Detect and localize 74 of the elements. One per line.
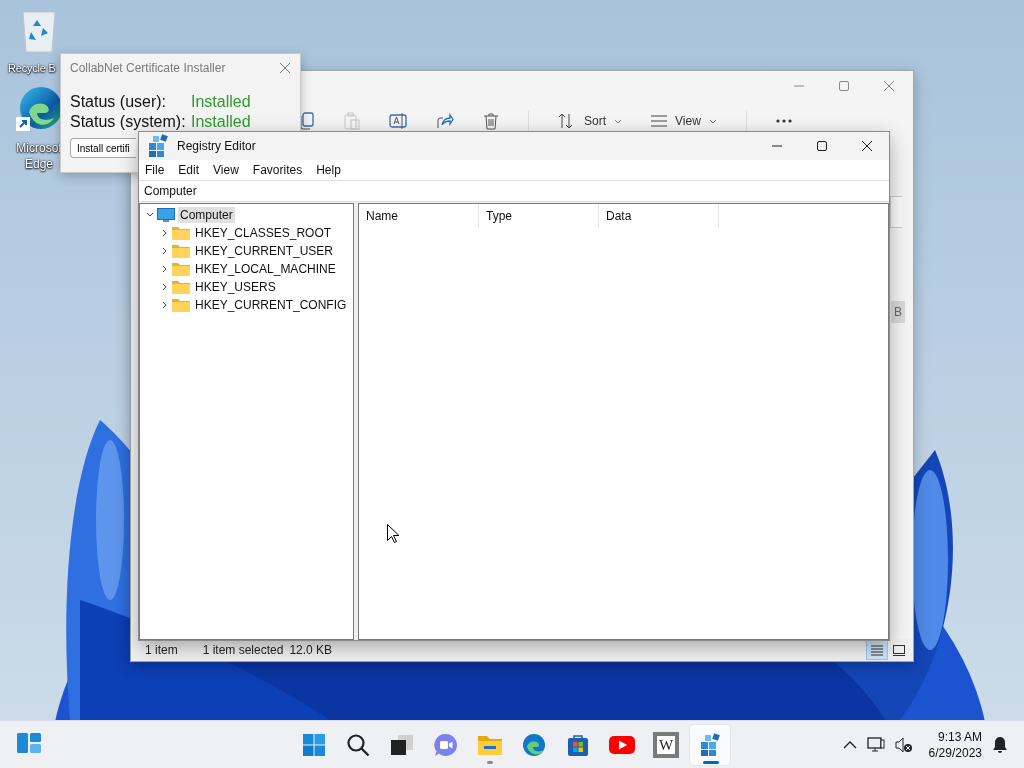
table-cell: B bbox=[891, 301, 905, 323]
close-icon[interactable] bbox=[861, 140, 873, 152]
status-text: 12.0 KB bbox=[289, 643, 333, 657]
folder-icon bbox=[172, 244, 190, 258]
chevron-icon[interactable] bbox=[161, 265, 169, 273]
chevron-icon[interactable] bbox=[161, 229, 169, 237]
status-value: Installed bbox=[191, 112, 252, 132]
widgets-icon[interactable] bbox=[16, 732, 42, 754]
copy-icon[interactable] bbox=[299, 112, 315, 130]
column-header[interactable]: Name bbox=[359, 204, 479, 228]
view-label[interactable]: View bbox=[675, 114, 701, 128]
taskbar-button[interactable]: W bbox=[646, 725, 686, 765]
status-label: Status (system): bbox=[70, 112, 187, 132]
play-icon[interactable] bbox=[609, 735, 635, 755]
chevron-icon[interactable] bbox=[161, 283, 169, 291]
cubes-icon[interactable] bbox=[146, 134, 170, 158]
recycle-bin-icon[interactable] bbox=[19, 10, 59, 54]
search-icon[interactable] bbox=[346, 733, 370, 757]
rename-icon[interactable] bbox=[389, 112, 407, 130]
menu-item[interactable]: Favorites bbox=[252, 163, 303, 177]
dialog-title: CollabNet Certificate Installer bbox=[70, 61, 226, 75]
more-icon[interactable] bbox=[775, 119, 792, 123]
tree-item[interactable]: HKEY_CLASSES_ROOT bbox=[193, 225, 334, 241]
caret-icon[interactable] bbox=[614, 118, 622, 124]
status-text: 1 item selected bbox=[202, 643, 284, 657]
task-view-icon[interactable] bbox=[390, 733, 414, 757]
chevron-icon[interactable] bbox=[161, 247, 169, 255]
tree-item[interactable]: HKEY_CURRENT_USER bbox=[193, 243, 336, 259]
status-text: 1 item bbox=[145, 643, 178, 657]
clock-date[interactable]: 6/29/2023 bbox=[928, 744, 982, 761]
column-header[interactable]: Type bbox=[479, 204, 599, 228]
volume-muted-icon[interactable] bbox=[894, 736, 913, 753]
install-button[interactable]: Install certifi bbox=[70, 138, 136, 158]
window-title: Registry Editor bbox=[177, 139, 256, 153]
menu-item[interactable]: Edit bbox=[178, 163, 200, 177]
windows-logo-icon[interactable] bbox=[302, 733, 326, 757]
edge-icon[interactable] bbox=[15, 86, 63, 134]
column-header[interactable]: Data bbox=[599, 204, 719, 228]
folder-icon bbox=[172, 298, 190, 312]
folder-icon bbox=[172, 226, 190, 240]
chevron-up-icon[interactable] bbox=[842, 740, 857, 749]
chat-icon[interactable] bbox=[434, 733, 458, 757]
caret-icon[interactable] bbox=[708, 118, 717, 124]
status-value: Installed bbox=[191, 92, 252, 112]
sort-label[interactable]: Sort bbox=[584, 114, 606, 128]
notification-icon[interactable] bbox=[992, 735, 1008, 754]
wikipedia-icon[interactable]: W bbox=[655, 734, 677, 756]
chevron-icon[interactable] bbox=[146, 211, 154, 219]
chevron-icon[interactable] bbox=[161, 301, 169, 309]
preview-icon bbox=[893, 644, 905, 656]
folder-icon[interactable] bbox=[477, 733, 503, 757]
trash-icon[interactable] bbox=[483, 112, 499, 130]
cursor-icon bbox=[387, 524, 399, 543]
menu-item[interactable]: File bbox=[145, 163, 165, 177]
address-bar[interactable]: Computer bbox=[139, 180, 889, 202]
tree-item[interactable]: HKEY_LOCAL_MACHINE bbox=[193, 261, 338, 277]
edge-icon[interactable] bbox=[522, 733, 546, 757]
view-icon[interactable] bbox=[651, 115, 667, 127]
clock-time[interactable]: 9:13 AM bbox=[937, 728, 982, 745]
maximize-icon[interactable] bbox=[816, 140, 828, 152]
monitor-icon bbox=[157, 207, 175, 223]
network-icon[interactable] bbox=[866, 736, 885, 753]
share-icon[interactable] bbox=[436, 112, 454, 130]
tree-item[interactable]: HKEY_CURRENT_CONFIG bbox=[193, 297, 349, 313]
folder-icon bbox=[172, 262, 190, 276]
cubes-icon[interactable] bbox=[698, 733, 722, 757]
menu-item[interactable]: Help bbox=[316, 163, 341, 177]
menu-item[interactable]: View bbox=[213, 163, 239, 177]
details-icon bbox=[871, 644, 883, 656]
status-label: Status (user): bbox=[70, 92, 168, 112]
tree-item[interactable]: HKEY_USERS bbox=[193, 279, 278, 295]
tree-item[interactable]: Computer bbox=[178, 207, 235, 223]
store-icon[interactable] bbox=[566, 733, 590, 757]
folder-icon bbox=[172, 280, 190, 294]
